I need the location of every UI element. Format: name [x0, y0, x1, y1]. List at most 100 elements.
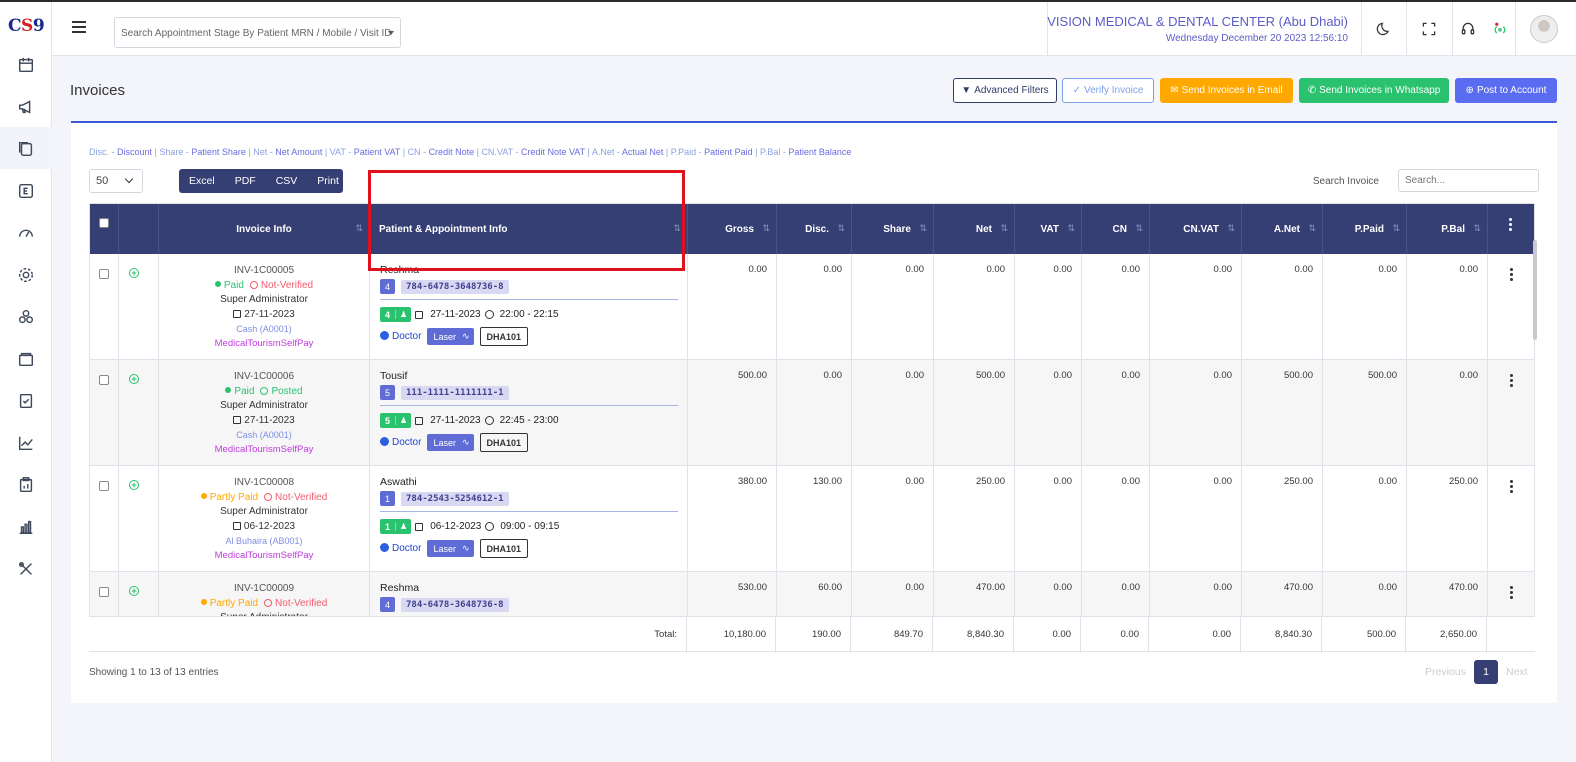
- row-checkbox[interactable]: [99, 587, 109, 597]
- calendar-icon: [233, 415, 242, 424]
- pagination-previous[interactable]: Previous: [1425, 666, 1466, 678]
- column-net[interactable]: Net ⇅: [934, 204, 1015, 254]
- export-pdf-button[interactable]: PDF: [225, 175, 266, 187]
- search-invoice-input[interactable]: [1399, 170, 1538, 191]
- select-all-checkbox[interactable]: [99, 218, 109, 228]
- cluster-icon[interactable]: [15, 306, 37, 328]
- expand-plus-icon[interactable]: +: [129, 480, 139, 490]
- row-checkbox[interactable]: [99, 481, 109, 491]
- column-disc[interactable]: Disc. ⇅: [777, 204, 852, 254]
- select-all-header: [90, 204, 119, 254]
- kebab-menu-icon[interactable]: [1510, 586, 1514, 600]
- invoice-number[interactable]: INV-1C00008: [159, 476, 369, 491]
- calendar-icon: [233, 309, 242, 318]
- page-length-select[interactable]: 50: [89, 169, 143, 193]
- send-invoices-email-button[interactable]: ✉ Send Invoices in Email: [1160, 78, 1293, 103]
- header-divider: [1515, 2, 1516, 56]
- appointment-search-select[interactable]: Search Appointment Stage By Patient MRN …: [114, 17, 401, 48]
- patient-count-badge: 4: [380, 597, 395, 612]
- cell-cnvat: 0.00: [1150, 360, 1242, 466]
- invoice-number[interactable]: INV-1C00005: [159, 264, 369, 279]
- fullscreen-icon[interactable]: [1418, 18, 1440, 40]
- patient-mrn[interactable]: 784-6478-3648736-8: [401, 279, 509, 294]
- column-menu-header[interactable]: [1488, 204, 1534, 254]
- header-divider: [1361, 2, 1362, 56]
- expand-plus-icon[interactable]: +: [129, 374, 139, 384]
- cash-account: Al Buhaira (AB001): [225, 536, 303, 546]
- row-checkbox[interactable]: [99, 375, 109, 385]
- checklist-icon[interactable]: [15, 390, 37, 412]
- headset-support-icon[interactable]: [1457, 18, 1479, 40]
- pagination-next[interactable]: Next: [1506, 666, 1528, 678]
- kebab-menu-icon[interactable]: [1510, 374, 1514, 388]
- created-by: Super Administrator: [220, 506, 308, 517]
- broadcast-status-icon[interactable]: [1489, 18, 1511, 40]
- kebab-menu-icon[interactable]: [1510, 268, 1514, 282]
- advanced-filters-button[interactable]: ▼ Advanced Filters: [953, 78, 1057, 103]
- column-invoice-info[interactable]: Invoice Info ⇅: [159, 204, 370, 254]
- patient-name[interactable]: Tousif: [380, 370, 407, 382]
- patient-mrn[interactable]: 784-2543-5254612-1: [401, 491, 509, 506]
- total-cnvat: 0.00: [1149, 617, 1241, 653]
- expand-plus-icon[interactable]: +: [129, 268, 139, 278]
- patient-name[interactable]: Reshma: [380, 582, 419, 594]
- pagination-page-1[interactable]: 1: [1474, 660, 1498, 684]
- folder-icon[interactable]: [15, 348, 37, 370]
- bar-chart-icon[interactable]: [15, 516, 37, 538]
- patient-mrn[interactable]: 111-1111-1111111-1: [401, 385, 509, 400]
- hamburger-menu-icon[interactable]: [72, 21, 86, 33]
- column-pbal[interactable]: P.Bal ⇅: [1407, 204, 1488, 254]
- megaphone-icon[interactable]: [15, 96, 37, 118]
- table-row[interactable]: + INV-1C00008 Partly Paid Not-Verified Super…: [90, 466, 1534, 572]
- dark-mode-moon-icon[interactable]: [1373, 18, 1395, 40]
- column-gross[interactable]: Gross ⇅: [688, 204, 777, 254]
- column-ppaid[interactable]: P.Paid ⇅: [1323, 204, 1407, 254]
- tools-icon[interactable]: [15, 558, 37, 580]
- patient-name[interactable]: Aswathi: [380, 476, 417, 488]
- table-row[interactable]: + INV-1C00005 Paid Not-Verified Super Admini…: [90, 254, 1534, 360]
- clipboard-report-icon[interactable]: [15, 474, 37, 496]
- post-to-account-button[interactable]: ⊕ Post to Account: [1455, 78, 1557, 103]
- payer-name: MedicalTourismSelfPay: [214, 549, 314, 561]
- line-chart-icon[interactable]: [15, 432, 37, 454]
- send-invoices-whatsapp-button[interactable]: ✆ Send Invoices in Whatsapp: [1299, 78, 1449, 103]
- patient-mrn[interactable]: 784-6478-3648736-8: [401, 597, 509, 612]
- app-logo[interactable]: CS9: [8, 16, 45, 36]
- search-invoice-field[interactable]: [1398, 169, 1539, 192]
- abbreviation-legend: Disc. - Discount | Share - Patient Share…: [89, 147, 852, 157]
- sort-icon: ⇅: [837, 223, 845, 233]
- visit-count-badge[interactable]: 1 ♟: [380, 519, 412, 534]
- letter-e-icon[interactable]: [15, 180, 37, 202]
- column-cn[interactable]: CN ⇅: [1082, 204, 1150, 254]
- dashboard-gauge-icon[interactable]: [15, 222, 37, 244]
- kebab-menu-icon[interactable]: [1510, 480, 1514, 494]
- row-checkbox[interactable]: [99, 269, 109, 279]
- visit-count-badge[interactable]: 5 ♟: [380, 413, 412, 428]
- created-by: Super Administrator: [220, 400, 308, 411]
- totals-row: Total: 10,180.00 190.00 849.70 8,840.30 …: [89, 616, 1535, 653]
- column-share[interactable]: Share ⇅: [852, 204, 934, 254]
- verify-invoice-button[interactable]: ✓ Verify Invoice: [1062, 78, 1154, 103]
- service-badge: Laser ∿: [427, 328, 474, 345]
- invoice-number[interactable]: INV-1C00006: [159, 370, 369, 385]
- table-scrollbar[interactable]: [1533, 240, 1537, 340]
- user-avatar[interactable]: [1530, 15, 1558, 43]
- export-excel-button[interactable]: Excel: [179, 175, 225, 187]
- invoice-copy-icon[interactable]: [15, 138, 37, 160]
- export-csv-button[interactable]: CSV: [266, 175, 308, 187]
- column-anet[interactable]: A.Net ⇅: [1242, 204, 1323, 254]
- doctor-dot-icon: [380, 331, 389, 340]
- cell-cnvat: 0.00: [1150, 466, 1242, 572]
- expand-plus-icon[interactable]: +: [129, 586, 139, 596]
- export-button-group: Excel PDF CSV Print: [179, 169, 343, 193]
- cell-vat: 0.00: [1015, 254, 1082, 360]
- visit-count-badge[interactable]: 4 ♟: [380, 307, 412, 322]
- column-cnvat[interactable]: CN.VAT ⇅: [1150, 204, 1242, 254]
- invoice-number[interactable]: INV-1C00009: [159, 582, 369, 597]
- print-button[interactable]: Print: [307, 175, 349, 187]
- calendar-icon[interactable]: [15, 54, 37, 76]
- gear-icon[interactable]: [15, 264, 37, 286]
- column-vat[interactable]: VAT ⇅: [1015, 204, 1082, 254]
- legend-meaning: Net Amount: [275, 147, 323, 157]
- table-row[interactable]: + INV-1C00006 Paid Posted Super Administrato…: [90, 360, 1534, 466]
